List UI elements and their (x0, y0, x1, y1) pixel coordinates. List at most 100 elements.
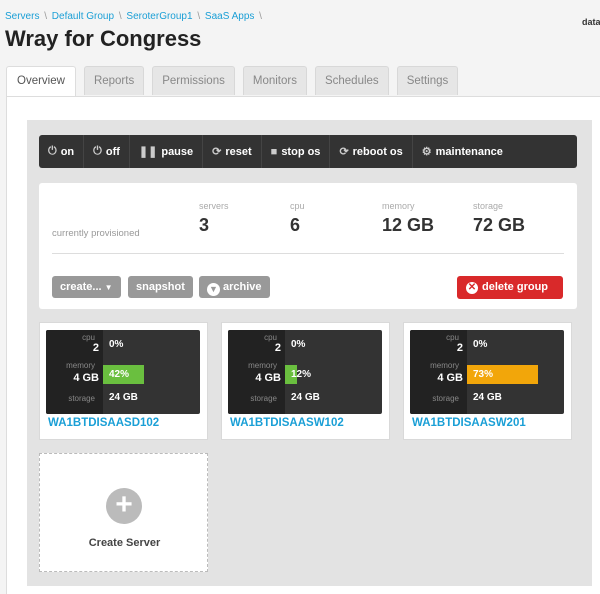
reboot-os-button[interactable]: ⟳ reboot os (330, 135, 413, 168)
cpu-value: 2 (456, 342, 463, 354)
reset-button[interactable]: ⟳ reset (203, 135, 262, 168)
cpu-label: cpu (82, 333, 95, 342)
cpu-label: cpu (290, 201, 305, 211)
pause-button[interactable]: ❚❚ pause (130, 135, 204, 168)
action-label: reboot os (352, 145, 403, 158)
action-label: stop os (281, 145, 321, 158)
storage-value: 24 GB (291, 392, 320, 403)
server-card[interactable]: cpu 2 0% memory 4 GB 42% storage 24 GB W… (39, 322, 208, 440)
memory-label: memory (248, 361, 277, 370)
memory-usage: 42% (109, 369, 130, 380)
breadcrumb-separator: \ (44, 11, 48, 22)
storage-label: storage (473, 201, 504, 211)
memory-usage: 73% (473, 369, 494, 380)
cpu-label: cpu (264, 333, 277, 342)
gears-icon: ⚙ (421, 146, 432, 158)
close-icon: ✕ (466, 282, 478, 294)
power-icon: ⏻ (48, 145, 57, 157)
action-label: on (60, 145, 75, 158)
server-card[interactable]: cpu 2 0% memory 4 GB 73% storage 24 GB W… (403, 322, 572, 440)
page-title: Wray for Congress (5, 26, 202, 51)
plus-icon: + (106, 488, 142, 524)
delete-label: delete group (482, 281, 549, 293)
breadcrumb: Servers \ Default Group \ SeroterGroup1 … (5, 11, 264, 22)
archive-icon: ▼ (207, 283, 220, 296)
breadcrumb-link-saas-apps[interactable]: SaaS Apps (205, 11, 254, 22)
cpu-usage: 0% (473, 339, 488, 350)
delete-group-button[interactable]: ✕ delete group (457, 276, 563, 299)
overview-panel: ⏻ on ⏻ off ❚❚ pause ⟳ reset ■ stop os ⟳ reboot… (6, 96, 600, 594)
server-name-link[interactable]: WA1BTDISAASW102 (230, 417, 344, 429)
breadcrumb-separator: \ (118, 11, 122, 22)
storage-label: storage (432, 394, 459, 403)
action-label: maintenance (435, 145, 503, 158)
group-container: ⏻ on ⏻ off ❚❚ pause ⟳ reset ■ stop os ⟳ reboot… (27, 120, 592, 586)
cpu-label: cpu (446, 333, 459, 342)
header: Servers \ Default Group \ SeroterGroup1 … (0, 0, 600, 66)
snapshot-button[interactable]: snapshot (128, 276, 193, 298)
power-off-button[interactable]: ⏻ off (84, 135, 130, 168)
breadcrumb-link-group[interactable]: SeroterGroup1 (126, 11, 192, 22)
memory-total: 12 GB (382, 215, 435, 235)
breadcrumb-separator: \ (197, 11, 201, 22)
refresh-icon: ⟳ (212, 146, 222, 158)
power-on-button[interactable]: ⏻ on (39, 135, 85, 168)
power-action-bar: ⏻ on ⏻ off ❚❚ pause ⟳ reset ■ stop os ⟳ reboot… (39, 135, 577, 168)
archive-button[interactable]: ▼ archive (199, 276, 270, 298)
memory-label: memory (430, 361, 459, 370)
group-summary-panel: currently provisioned servers 3 cpu 6 me… (39, 183, 577, 309)
create-dropdown-button[interactable]: create... ▼ (52, 276, 121, 298)
breadcrumb-link-servers[interactable]: Servers (5, 11, 39, 22)
memory-value: 4 GB (437, 372, 463, 384)
memory-usage: 12% (291, 369, 312, 380)
memory-value: 4 GB (73, 372, 99, 384)
cpu-count: 6 (290, 215, 301, 235)
server-stats: cpu 2 0% memory 4 GB 42% storage 24 GB (46, 330, 200, 414)
cpu-value: 2 (274, 342, 281, 354)
tab-monitors[interactable]: Monitors (242, 66, 307, 95)
archive-label: archive (223, 281, 262, 293)
action-label: pause (161, 145, 194, 158)
memory-value: 4 GB (255, 372, 281, 384)
create-server-label: Create Server (88, 537, 161, 549)
memory-label: memory (382, 201, 415, 211)
server-name-link[interactable]: WA1BTDISAASD102 (48, 417, 159, 429)
stop-icon: ■ (270, 145, 278, 158)
caret-down-icon: ▼ (104, 283, 113, 292)
breadcrumb-link-default-group[interactable]: Default Group (52, 11, 114, 22)
tab-settings[interactable]: Settings (396, 66, 459, 95)
storage-label: storage (68, 394, 95, 403)
breadcrumb-separator: \ (259, 11, 262, 22)
cpu-value: 2 (92, 342, 99, 354)
provisioned-label: currently provisioned (52, 228, 140, 239)
tab-schedules[interactable]: Schedules (314, 66, 389, 95)
cpu-usage: 0% (109, 339, 124, 350)
servers-label: servers (199, 201, 229, 211)
action-label: off (105, 145, 120, 158)
memory-label: memory (66, 361, 95, 370)
server-name-link[interactable]: WA1BTDISAASW201 (412, 417, 526, 429)
storage-value: 24 GB (473, 392, 502, 403)
server-stats: cpu 2 0% memory 4 GB 12% storage 24 GB (228, 330, 382, 414)
power-icon: ⏻ (93, 145, 102, 157)
server-stats: cpu 2 0% memory 4 GB 73% storage 24 GB (410, 330, 564, 414)
server-card[interactable]: cpu 2 0% memory 4 GB 12% storage 24 GB W… (221, 322, 390, 440)
action-label: reset (225, 145, 252, 158)
divider (52, 253, 564, 254)
cpu-usage: 0% (291, 339, 306, 350)
tab-permissions[interactable]: Permissions (152, 66, 235, 95)
storage-value: 24 GB (109, 392, 138, 403)
storage-total: 72 GB (473, 215, 526, 235)
stop-os-button[interactable]: ■ stop os (262, 135, 331, 168)
tab-bar: Overview Reports Permissions Monitors Sc… (6, 66, 466, 97)
servers-count: 3 (199, 215, 210, 235)
storage-label: storage (250, 394, 277, 403)
create-server-tile[interactable]: + Create Server (39, 453, 208, 572)
tab-overview[interactable]: Overview (6, 66, 76, 97)
tab-reports[interactable]: Reports (83, 66, 145, 95)
refresh-icon: ⟳ (339, 146, 349, 158)
create-label: create... (60, 281, 102, 293)
maintenance-button[interactable]: ⚙ maintenance (413, 135, 512, 168)
datacenter-label: data c (581, 17, 600, 27)
pause-icon: ❚❚ (138, 146, 158, 158)
